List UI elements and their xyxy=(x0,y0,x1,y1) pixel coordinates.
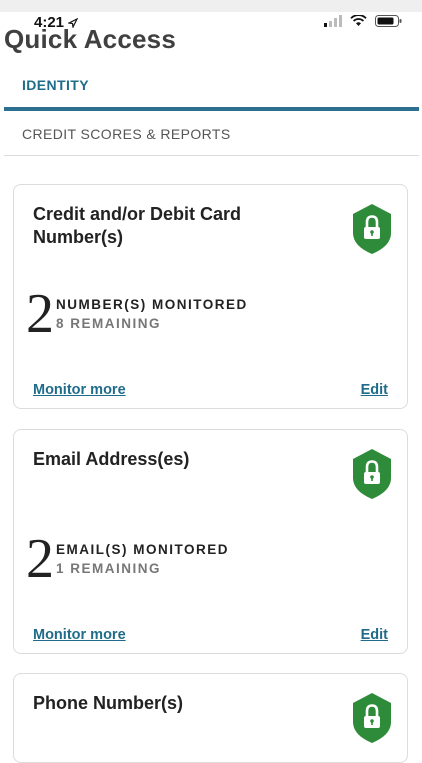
monitored-label: NUMBER(S) MONITORED xyxy=(56,297,248,312)
monitored-count: 2 xyxy=(26,528,54,590)
active-tab-indicator xyxy=(4,107,419,111)
tabs-divider xyxy=(4,155,419,156)
battery-icon xyxy=(375,15,402,27)
card-email-addresses: Email Address(es) 2 EMAIL(S) MONITORED 1… xyxy=(13,429,408,654)
tab-identity[interactable]: IDENTITY xyxy=(22,77,89,93)
edit-link[interactable]: Edit xyxy=(361,627,388,643)
monitored-count-row: 2 NUMBER(S) MONITORED 8 REMAINING xyxy=(26,283,248,345)
card-title: Credit and/or Debit Card Number(s) xyxy=(33,204,242,247)
monitor-more-link[interactable]: Monitor more xyxy=(33,627,126,643)
monitored-count-row: 2 EMAIL(S) MONITORED 1 REMAINING xyxy=(26,528,229,590)
lock-shield-icon xyxy=(353,204,391,254)
lock-shield-icon xyxy=(353,449,391,499)
remaining-label: 1 REMAINING xyxy=(56,561,162,576)
card-title: Phone Number(s) xyxy=(33,693,184,713)
tab-credit-scores-reports[interactable]: CREDIT SCORES & REPORTS xyxy=(22,126,231,142)
lock-shield-icon xyxy=(353,693,391,743)
monitor-more-link[interactable]: Monitor more xyxy=(33,382,126,398)
signal-icon xyxy=(324,15,342,27)
edit-link[interactable]: Edit xyxy=(361,382,388,398)
page-title: Quick Access xyxy=(4,24,176,54)
card-title: Email Address(es) xyxy=(33,449,190,469)
top-strip xyxy=(0,0,422,12)
monitored-label: EMAIL(S) MONITORED xyxy=(56,542,229,557)
card-card-numbers: Credit and/or Debit Card Number(s) 2 NUM… xyxy=(13,184,408,409)
monitored-count: 2 xyxy=(26,283,54,345)
status-icons xyxy=(324,15,402,27)
wifi-icon xyxy=(350,15,367,26)
remaining-label: 8 REMAINING xyxy=(56,316,162,331)
